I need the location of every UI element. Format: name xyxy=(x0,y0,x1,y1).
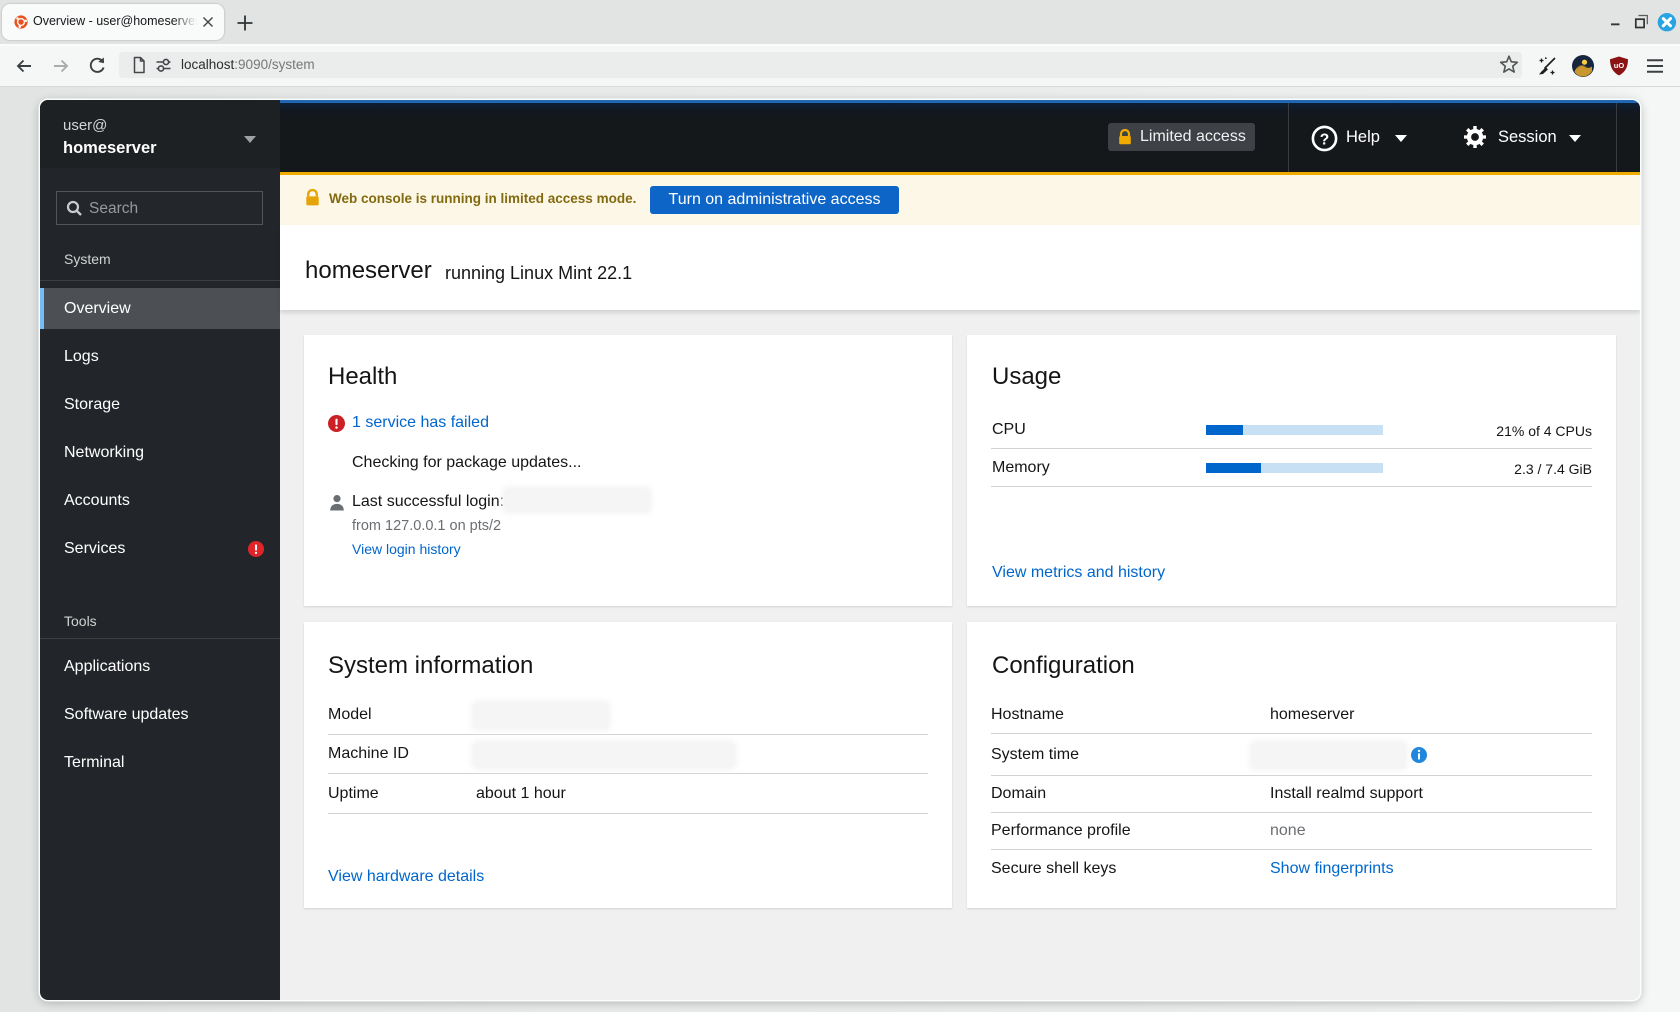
svg-text:uO: uO xyxy=(1614,61,1625,70)
svg-text:?: ? xyxy=(1320,131,1329,148)
